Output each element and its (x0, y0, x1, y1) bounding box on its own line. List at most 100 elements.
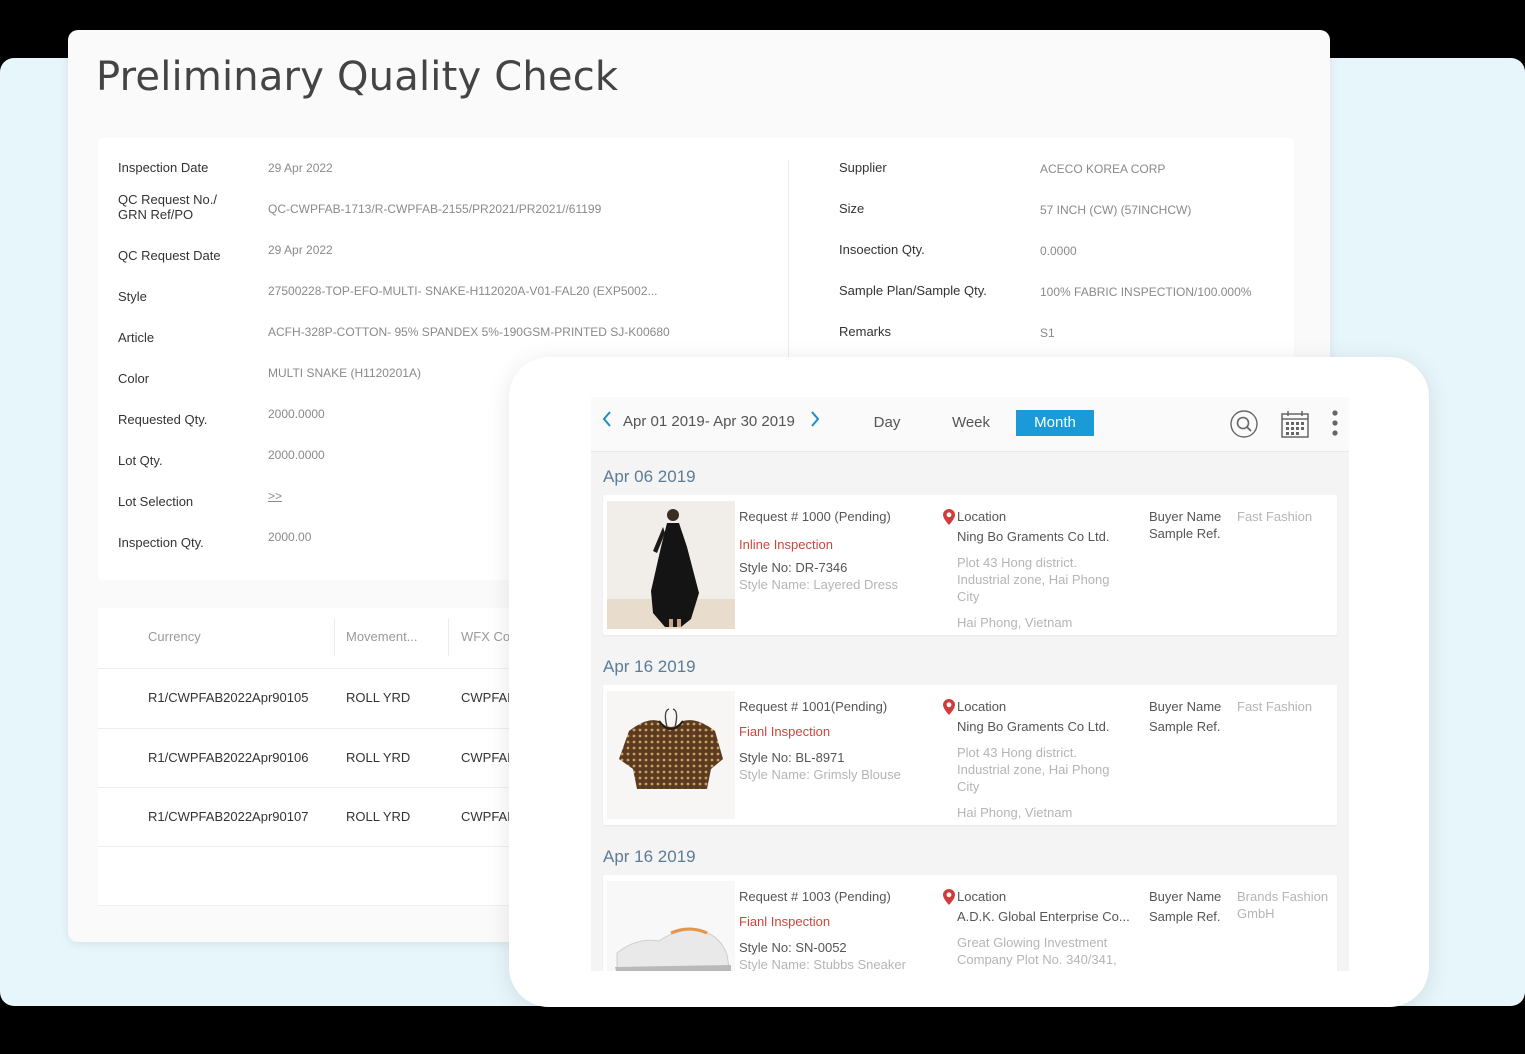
column-header-movement[interactable]: Movement... (346, 608, 418, 666)
cell-currency: R1/CWPFAB2022Apr90105 (148, 690, 309, 705)
value-remarks: S1 (1040, 326, 1055, 340)
group-date-heading: Apr 06 2019 (603, 467, 696, 486)
style-name: Style Name: Stubbs Sneaker (739, 957, 906, 971)
request-number: Request # 1000 (Pending) (739, 509, 891, 524)
chevron-left-icon[interactable] (601, 409, 613, 435)
style-number: Style No: BL-8971 (739, 750, 845, 765)
sample-ref-label: Sample Ref. (1149, 909, 1221, 924)
cell-movement: ROLL YRD (346, 809, 411, 824)
table-row[interactable]: R1/CWPFAB2022Apr90106 ROLL YRD CWPFAB (98, 728, 518, 787)
view-day-button[interactable]: Day (857, 410, 917, 436)
column-header-currency[interactable]: Currency (148, 608, 201, 666)
label-inspection-qty: Inspection Qty. (118, 535, 204, 550)
location-address: City (957, 589, 980, 604)
request-card[interactable]: Request # 1000 (Pending) Inline Inspecti… (603, 495, 1337, 635)
value-size: 57 INCH (CW) (57INCHCW) (1040, 203, 1192, 217)
table-row-empty (98, 846, 518, 906)
table-row[interactable]: R1/CWPFAB2022Apr90107 ROLL YRD CWPFAB (98, 787, 518, 846)
label-color: Color (118, 371, 150, 386)
buyer-name-value: Brands Fashion (1237, 889, 1329, 904)
value-qc-request-date: 29 Apr 2022 (268, 243, 333, 257)
chevron-right-icon[interactable] (809, 409, 821, 435)
buyer-name-label: Buyer Name (1149, 889, 1222, 904)
view-week-button[interactable]: Week (937, 410, 1005, 436)
calendar-panel: Apr 01 2019- Apr 30 2019 Day Week Month (591, 397, 1349, 971)
location-label: Location (957, 699, 1007, 714)
label-qc-request-date: QC Request Date (118, 248, 221, 263)
calendar-icon[interactable] (1280, 409, 1310, 444)
column-divider (788, 160, 789, 358)
label-supplier: Supplier (839, 160, 887, 175)
request-number: Request # 1003 (Pending) (739, 889, 891, 904)
inspection-type: Fianl Inspection (739, 914, 831, 929)
value-inspection-qty: 2000.00 (268, 530, 312, 544)
product-image-dress (607, 501, 735, 629)
style-number: Style No: DR-7346 (739, 560, 848, 575)
request-card[interactable]: Request # 1003 (Pending) Fianl Inspectio… (603, 875, 1337, 971)
location-company: Ning Bo Graments Co Ltd. (957, 719, 1110, 734)
group-date-heading: Apr 16 2019 (603, 847, 696, 866)
style-number: Style No: SN-0052 (739, 940, 847, 955)
inspection-type: Inline Inspection (739, 537, 833, 552)
location-city: Hai Phong, Vietnam (957, 615, 1073, 630)
location-label: Location (957, 889, 1007, 904)
calendar-toolbar: Apr 01 2019- Apr 30 2019 Day Week Month (591, 397, 1349, 452)
buyer-name-label: Buyer Name (1149, 699, 1222, 714)
location-address: Industrial zone, Hai Phong (957, 762, 1110, 777)
location-label: Location (957, 509, 1007, 524)
value-style: 27500228-TOP-EFO-MULTI- SNAKE-H112020A-V… (268, 284, 658, 298)
column-separator (448, 618, 449, 656)
location-city: Hai Phong, Vietnam (957, 805, 1073, 820)
location-company: Ning Bo Graments Co Ltd. (957, 529, 1110, 544)
buyer-name-label: Buyer Name (1149, 509, 1222, 524)
cell-movement: ROLL YRD (346, 750, 411, 765)
style-name: Style Name: Grimsly Blouse (739, 767, 901, 782)
label-style: Style (118, 289, 147, 304)
more-vertical-icon[interactable] (1331, 409, 1339, 444)
value-lot-qty: 2000.0000 (268, 448, 325, 462)
value-sample-plan: 100% FABRIC INSPECTION/100.000% (1040, 285, 1252, 299)
product-image-sneaker (607, 881, 735, 971)
label-sample-plan: Sample Plan/Sample Qty. (839, 283, 987, 298)
location-address: Industrial zone, Hai Phong (957, 572, 1110, 587)
calendar-card: Apr 01 2019- Apr 30 2019 Day Week Month (509, 357, 1429, 1007)
lot-selection-link[interactable]: >> (268, 489, 282, 504)
value-inspection-date: 29 Apr 2022 (268, 161, 333, 175)
label-lot-qty: Lot Qty. (118, 453, 163, 468)
label-article: Article (118, 330, 155, 345)
location-pin-icon (943, 509, 955, 525)
label-insoection-qty: Insoection Qty. (839, 242, 925, 257)
group-date-heading: Apr 16 2019 (603, 657, 696, 676)
location-address: Plot 43 Hong district. (957, 555, 1077, 570)
search-icon[interactable] (1229, 409, 1259, 444)
buyer-name-value: Fast Fashion (1237, 509, 1313, 524)
label-size: Size (839, 201, 865, 216)
label-remarks: Remarks (839, 324, 892, 339)
page-title: Preliminary Quality Check (96, 54, 619, 100)
label-lot-selection: Lot Selection (118, 494, 194, 509)
inspection-type: Fianl Inspection (739, 724, 831, 739)
view-month-button[interactable]: Month (1016, 410, 1094, 436)
value-color: MULTI SNAKE (H1120201A) (268, 366, 421, 380)
value-qc-request-no: QC-CWPFAB-1713/R-CWPFAB-2155/PR2021/PR20… (268, 202, 602, 216)
location-address: City (957, 779, 980, 794)
request-number: Request # 1001(Pending) (739, 699, 888, 714)
label-requested-qty: Requested Qty. (118, 412, 208, 427)
table-row[interactable]: R1/CWPFAB2022Apr90105 ROLL YRD CWPFAB (98, 668, 518, 727)
date-range-label: Apr 01 2019- Apr 30 2019 (623, 413, 795, 430)
column-separator (334, 618, 335, 656)
location-address: Company Plot No. 340/341, (957, 952, 1117, 967)
cell-currency: R1/CWPFAB2022Apr90106 (148, 750, 309, 765)
value-article: ACFH-328P-COTTON- 95% SPANDEX 5%-190GSM-… (268, 325, 670, 339)
value-supplier: ACECO KOREA CORP (1040, 162, 1166, 176)
value-requested-qty: 2000.0000 (268, 407, 325, 421)
location-address: Plot 43 Hong district. (957, 745, 1077, 760)
lot-table: Currency Movement... WFX Co R1/CWPFAB202… (98, 608, 518, 906)
location-pin-icon (943, 889, 955, 905)
request-card[interactable]: Request # 1001(Pending) Fianl Inspection… (603, 685, 1337, 825)
cell-movement: ROLL YRD (346, 690, 411, 705)
buyer-name-value-line-2: GmbH (1237, 906, 1275, 921)
buyer-name-value: Fast Fashion (1237, 699, 1313, 714)
cell-currency: R1/CWPFAB2022Apr90107 (148, 809, 309, 824)
label-inspection-date: Inspection Date (118, 160, 209, 175)
